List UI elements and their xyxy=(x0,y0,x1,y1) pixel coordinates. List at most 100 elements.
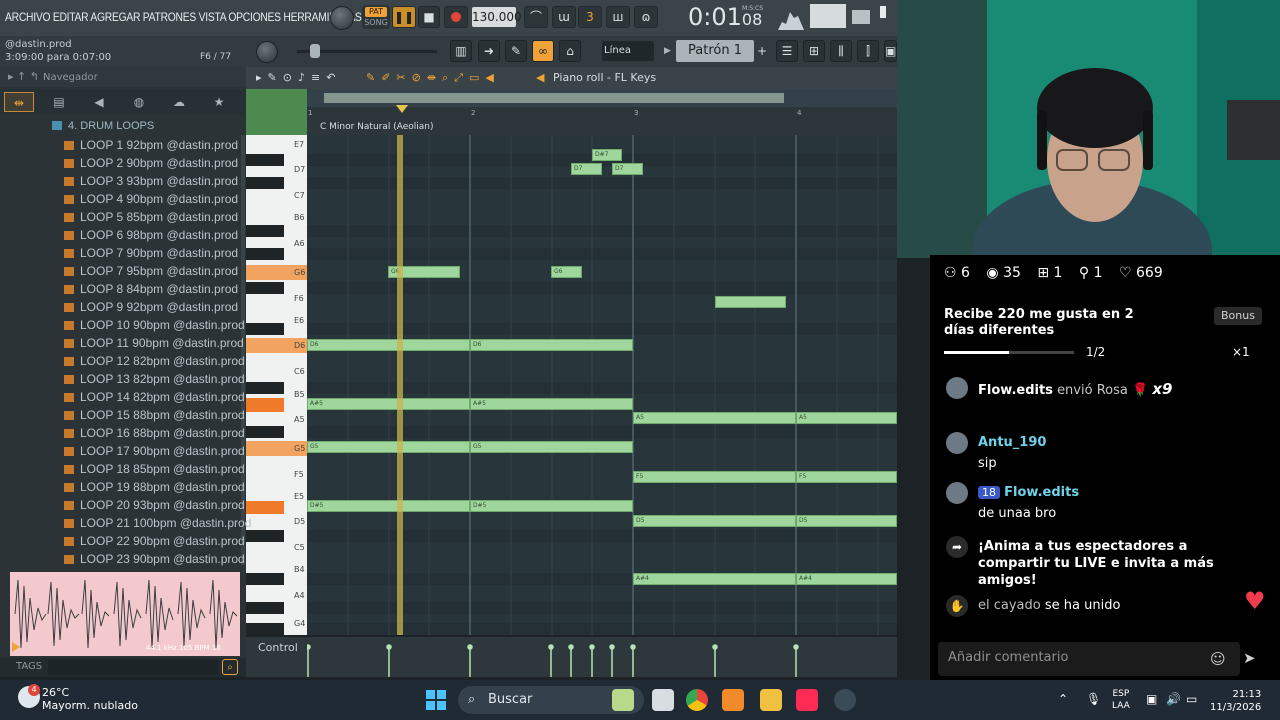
viewers-stat[interactable]: ⚇ 6 xyxy=(944,265,970,281)
note[interactable]: A5 xyxy=(796,412,897,424)
loop-item[interactable]: LOOP 20 93bpm @dastin.prod xyxy=(64,496,245,514)
note[interactable] xyxy=(715,296,786,308)
loop-item[interactable]: LOOP 6 98bpm @dastin.prod xyxy=(64,226,238,244)
like-heart-icon[interactable]: ♥ xyxy=(1244,587,1266,615)
stamp-icon[interactable]: ⌂ xyxy=(559,40,581,62)
note[interactable]: F5 xyxy=(796,471,897,483)
network-icon[interactable]: ▣ xyxy=(1146,692,1157,706)
black-key[interactable] xyxy=(246,382,284,394)
note[interactable]: D7 xyxy=(612,163,643,175)
search-highlight-icon[interactable] xyxy=(612,689,634,711)
send-icon[interactable]: ➤ xyxy=(1243,649,1256,667)
highlighted-key-a#5[interactable] xyxy=(246,398,284,412)
loop-item[interactable]: LOOP 12 82bpm @dastin.prod xyxy=(64,352,245,370)
task-view-icon[interactable] xyxy=(652,689,674,711)
piano-roll-tools-icon[interactable]: ▸✎⊙♪≡↶ xyxy=(256,71,341,84)
bonus-badge[interactable]: Bonus xyxy=(1214,307,1262,325)
piano-keyboard[interactable]: E7 D7 C7 B6 A6 G6 F6 E6 D6 C6 B5 A5 G5 F… xyxy=(246,135,307,635)
file-explorer-icon[interactable] xyxy=(760,689,782,711)
link-icon[interactable]: ∞ xyxy=(532,40,554,62)
likes-stat[interactable]: ♡ 669 xyxy=(1119,265,1163,281)
note[interactable]: D7 xyxy=(571,163,602,175)
black-key[interactable] xyxy=(246,623,284,635)
countdown-icon[interactable]: 3 xyxy=(578,6,602,28)
loop-item[interactable]: LOOP 23 90bpm @dastin.prod xyxy=(64,550,245,568)
loop-item[interactable]: LOOP 14 82bpm @dastin.prod xyxy=(64,388,245,406)
chrome-icon[interactable] xyxy=(686,689,708,711)
comment-user[interactable]: Flow.edits xyxy=(1004,485,1079,500)
loop-item[interactable]: LOOP 16 88bpm @dastin.prod xyxy=(64,424,245,442)
follows-stat[interactable]: ⚲ 1 xyxy=(1079,265,1103,281)
snap-corner[interactable] xyxy=(246,89,307,135)
loop-item[interactable]: LOOP 7 95bpm @dastin.prod xyxy=(64,262,238,280)
mixer-icon[interactable]: ⫼ xyxy=(830,40,852,62)
loop-item[interactable]: LOOP 22 90bpm @dastin.prod xyxy=(64,532,245,550)
black-key[interactable] xyxy=(246,282,284,294)
black-key[interactable] xyxy=(246,573,284,585)
loop-item[interactable]: LOOP 18 85bpm @dastin.prod xyxy=(64,460,245,478)
language-indicator[interactable]: ESP LAA xyxy=(1112,688,1130,712)
note[interactable]: G6 xyxy=(551,266,582,278)
browser-toggle-icon[interactable]: ▣ xyxy=(884,40,897,62)
taskbar-clock[interactable]: 21:13 11/3/2026 xyxy=(1210,688,1261,714)
note[interactable]: A#4 xyxy=(633,573,796,585)
tiktok-app-icon[interactable] xyxy=(796,689,818,711)
loop-record-icon[interactable]: ɷ xyxy=(634,6,658,28)
microphone-icon[interactable]: 🎙 xyxy=(1086,692,1101,706)
piano-icon[interactable]: ▥ xyxy=(450,40,472,62)
weather-widget[interactable]: 26°C Mayorm. nublado xyxy=(42,686,138,712)
loop-item[interactable]: LOOP 19 88bpm @dastin.prod xyxy=(64,478,245,496)
highlighted-key-d#5[interactable] xyxy=(246,501,284,514)
loop-item[interactable]: LOOP 8 84bpm @dastin.prod xyxy=(64,280,238,298)
step-edit-icon[interactable]: ш xyxy=(606,6,630,28)
note[interactable]: G5 xyxy=(470,441,633,453)
note[interactable]: G5 xyxy=(307,441,470,453)
playhead-marker[interactable] xyxy=(396,105,408,113)
views-stat[interactable]: ◉ 35 xyxy=(986,265,1021,281)
black-key[interactable] xyxy=(246,154,284,166)
note[interactable]: D5 xyxy=(796,515,897,527)
avatar[interactable] xyxy=(946,432,968,454)
loop-item[interactable]: LOOP 2 90bpm @dastin.prod xyxy=(64,154,238,172)
note[interactable]: F5 xyxy=(633,471,796,483)
join-user[interactable]: el cayado xyxy=(978,598,1041,613)
windows-start-icon[interactable] xyxy=(426,690,446,710)
slider-handle[interactable] xyxy=(310,44,320,58)
tags-search-icon[interactable]: ⌕ xyxy=(222,659,238,675)
master-volume-knob[interactable] xyxy=(330,6,354,30)
loop-item[interactable]: LOOP 7 90bpm @dastin.prod xyxy=(64,244,238,262)
note[interactable]: D#7 xyxy=(592,149,622,161)
loop-item[interactable]: LOOP 13 82bpm @dastin.prod xyxy=(64,370,245,388)
black-key[interactable] xyxy=(246,177,284,189)
black-key[interactable] xyxy=(246,530,284,542)
avatar[interactable] xyxy=(946,377,968,399)
loop-item[interactable]: LOOP 10 90bpm @dastin.prod xyxy=(64,316,245,334)
chevron-up-icon[interactable]: ⌃ xyxy=(1058,692,1068,706)
loop-item[interactable]: LOOP 5 85bpm @dastin.prod xyxy=(64,208,238,226)
plugin-icon[interactable]: ⫿ xyxy=(857,40,879,62)
stop-button[interactable]: ■ xyxy=(418,6,440,28)
project-icon[interactable]: ▤ xyxy=(44,92,74,112)
tags-input[interactable] xyxy=(48,660,218,675)
note[interactable]: A#5 xyxy=(470,398,633,410)
fl-studio-icon[interactable] xyxy=(722,689,744,711)
pause-button[interactable]: ❚❚ xyxy=(392,6,416,28)
scale-label[interactable]: C Minor Natural (Aeolian) xyxy=(320,122,434,132)
arrow-right-icon[interactable]: ➜ xyxy=(478,40,500,62)
cloud-icon[interactable]: ☁ xyxy=(164,92,194,112)
comment-user[interactable]: Antu_190 xyxy=(978,435,1046,450)
pattern-selector[interactable]: Patrón 1 xyxy=(676,40,754,62)
loop-item[interactable]: LOOP 4 90bpm @dastin.prod xyxy=(64,190,238,208)
black-key[interactable] xyxy=(246,602,284,614)
metronome-icon[interactable]: ⌒ xyxy=(524,6,548,28)
pat-song-toggle[interactable]: PAT SONG xyxy=(362,5,390,29)
emoji-icon[interactable]: ☺ xyxy=(1210,650,1226,668)
preview-play-icon[interactable] xyxy=(12,642,20,652)
pattern-overview[interactable] xyxy=(246,89,897,107)
add-pattern-icon[interactable]: + xyxy=(757,44,767,58)
loop-item[interactable]: LOOP 1 92bpm @dastin.prod xyxy=(64,136,238,154)
pencil-icon[interactable]: ✎ xyxy=(505,40,527,62)
browser-menu-icon[interactable]: ▸ ↑ ↰ xyxy=(8,70,39,83)
pattern-arrow-icon[interactable]: ▶ xyxy=(664,46,671,56)
record-button[interactable] xyxy=(444,6,468,28)
